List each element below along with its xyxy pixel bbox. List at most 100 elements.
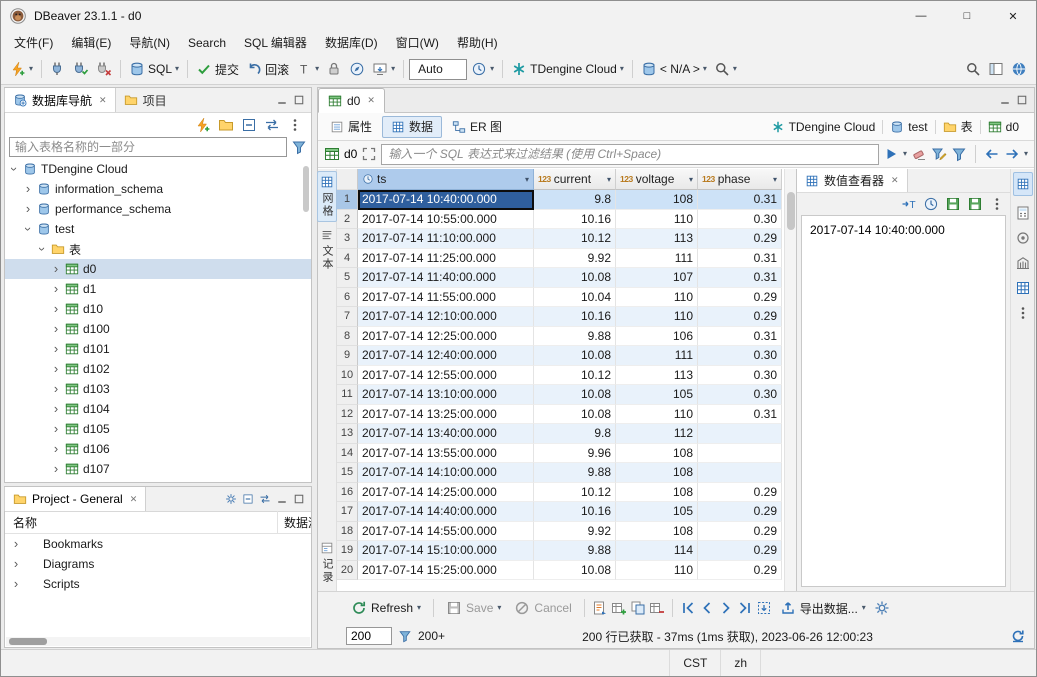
cell-current[interactable]: 10.08	[534, 385, 616, 405]
scrollbar-thumb[interactable]	[303, 166, 309, 212]
menu-file[interactable]: 文件(F)	[5, 31, 62, 54]
tab-er-diagram[interactable]: ER 图	[444, 116, 510, 138]
nav-tree-item-d10[interactable]: ›d10	[5, 299, 311, 319]
metadata-panel-toggle[interactable]	[1015, 255, 1031, 271]
commit-button[interactable]: 提交	[193, 57, 242, 81]
expand-chevron-icon[interactable]: ›	[51, 444, 61, 454]
close-icon[interactable]: ✕	[99, 95, 107, 106]
language-status[interactable]: zh	[720, 650, 760, 676]
add-row-button[interactable]	[611, 600, 627, 616]
commit-mode-combo[interactable]: Auto	[409, 59, 467, 80]
column-header-phase[interactable]: 123phase▾	[698, 169, 782, 190]
menu-database[interactable]: 数据库(D)	[316, 31, 387, 54]
cell-phase[interactable]: 0.31	[698, 268, 782, 288]
column-header-ts[interactable]: ts▾	[358, 169, 534, 190]
cell-phase[interactable]	[698, 424, 782, 444]
maximize-editor-icon[interactable]	[1016, 94, 1028, 106]
cell-phase[interactable]: 0.30	[698, 210, 782, 230]
cell-current[interactable]: 10.16	[534, 210, 616, 230]
cell-current[interactable]: 9.92	[534, 522, 616, 542]
cell-current[interactable]: 10.12	[534, 366, 616, 386]
expand-chevron-icon[interactable]: ›	[51, 324, 61, 334]
rollback-button[interactable]: 回滚	[243, 57, 292, 81]
transaction-mode-button[interactable]: T▾	[293, 57, 322, 81]
cell-ts[interactable]: 2017-07-14 12:40:00.000	[358, 346, 534, 366]
cell-ts[interactable]: 2017-07-14 13:25:00.000	[358, 405, 534, 425]
cell-voltage[interactable]: 110	[616, 561, 698, 581]
view-menu-icon[interactable]	[287, 117, 303, 133]
cell-ts[interactable]: 2017-07-14 13:55:00.000	[358, 444, 534, 464]
column-menu-icon[interactable]: ▾	[773, 175, 777, 184]
cell-voltage[interactable]: 110	[616, 288, 698, 308]
cell-ts[interactable]: 2017-07-14 12:10:00.000	[358, 307, 534, 327]
breadcrumb-table[interactable]: d0	[985, 120, 1022, 134]
cell-ts[interactable]: 2017-07-14 15:10:00.000	[358, 541, 534, 561]
delete-row-button[interactable]	[649, 600, 665, 616]
fetch-more-button[interactable]: 200+	[418, 629, 445, 643]
cell-current[interactable]: 10.12	[534, 229, 616, 249]
next-row-button[interactable]	[718, 600, 734, 616]
cell-current[interactable]: 9.88	[534, 327, 616, 347]
cell-voltage[interactable]: 114	[616, 541, 698, 561]
row-number[interactable]: 1	[337, 190, 358, 210]
menu-window[interactable]: 窗口(W)	[387, 31, 448, 54]
cell-ts[interactable]: 2017-07-14 10:55:00.000	[358, 210, 534, 230]
cell-ts[interactable]: 2017-07-14 15:25:00.000	[358, 561, 534, 581]
breadcrumb-connection[interactable]: TDengine Cloud	[768, 120, 879, 134]
row-number[interactable]: 8	[337, 327, 358, 347]
row-number[interactable]: 11	[337, 385, 358, 405]
search-metadata-button[interactable]: ▾	[711, 57, 740, 81]
cell-ts[interactable]: 2017-07-14 11:55:00.000	[358, 288, 534, 308]
network-button[interactable]: ▾	[369, 57, 398, 81]
nav-tree-item-d105[interactable]: ›d105	[5, 419, 311, 439]
cell-phase[interactable]: 0.31	[698, 190, 782, 210]
row-number[interactable]: 5	[337, 268, 358, 288]
edit-filter-icon[interactable]	[931, 146, 947, 162]
cell-ts[interactable]: 2017-07-14 13:40:00.000	[358, 424, 534, 444]
close-icon[interactable]: ✕	[891, 175, 899, 186]
fetch-page-button[interactable]	[756, 600, 772, 616]
panel-menu-icon[interactable]	[989, 196, 1005, 212]
cell-voltage[interactable]: 108	[616, 190, 698, 210]
value-viewer-content[interactable]: 2017-07-14 10:40:00.000	[801, 215, 1006, 587]
row-number[interactable]: 17	[337, 502, 358, 522]
calc-panel-toggle[interactable]	[1015, 205, 1031, 221]
column-header-voltage[interactable]: 123voltage▾	[616, 169, 698, 190]
expand-chevron-icon[interactable]: ›	[23, 184, 33, 194]
forward-icon[interactable]	[1004, 146, 1020, 162]
active-database-combo[interactable]: < N/A >▾	[638, 57, 710, 81]
grid-presentation-tab[interactable]: 网格	[317, 171, 337, 222]
row-number[interactable]: 19	[337, 541, 358, 561]
timezone-status[interactable]: CST	[669, 650, 720, 676]
resultset-filter-input[interactable]	[381, 144, 879, 165]
cell-phase[interactable]: 0.29	[698, 522, 782, 542]
expand-chevron-icon[interactable]: ›	[51, 344, 61, 354]
expand-chevron-icon[interactable]: ›	[51, 464, 61, 474]
active-connection-combo[interactable]: TDengine Cloud▾	[508, 57, 627, 81]
expand-chevron-icon[interactable]: ›	[51, 424, 61, 434]
tab-data[interactable]: 数据	[382, 116, 442, 138]
nav-tree-item-d1[interactable]: ›d1	[5, 279, 311, 299]
tab-projects[interactable]: 项目	[116, 88, 175, 112]
cell-voltage[interactable]: 110	[616, 307, 698, 327]
apply-filter-icon[interactable]	[883, 146, 899, 162]
text-presentation-tab[interactable]: 文本	[318, 225, 336, 274]
cell-ts[interactable]: 2017-07-14 14:25:00.000	[358, 483, 534, 503]
generate-script-icon[interactable]	[592, 600, 608, 616]
link-with-editor-icon[interactable]	[259, 493, 271, 505]
expand-chevron-icon[interactable]: ›	[51, 284, 61, 294]
tab-database-navigator[interactable]: 数据库导航 ✕	[4, 88, 116, 112]
cell-ts[interactable]: 2017-07-14 11:40:00.000	[358, 268, 534, 288]
column-menu-icon[interactable]: ▾	[689, 175, 693, 184]
close-icon[interactable]: ✕	[367, 95, 375, 106]
cell-current[interactable]: 9.96	[534, 444, 616, 464]
save-value-icon[interactable]	[945, 196, 961, 212]
row-number[interactable]: 9	[337, 346, 358, 366]
refresh-button[interactable]: Refresh▾	[346, 596, 426, 620]
scrollbar-thumb[interactable]	[787, 192, 795, 230]
project-hscrollbar[interactable]	[6, 637, 310, 646]
expand-chevron-icon[interactable]: ›	[9, 164, 19, 174]
nav-tree-item-information_schema[interactable]: ›information_schema	[5, 179, 311, 199]
row-number[interactable]: 10	[337, 366, 358, 386]
row-number[interactable]: 4	[337, 249, 358, 269]
